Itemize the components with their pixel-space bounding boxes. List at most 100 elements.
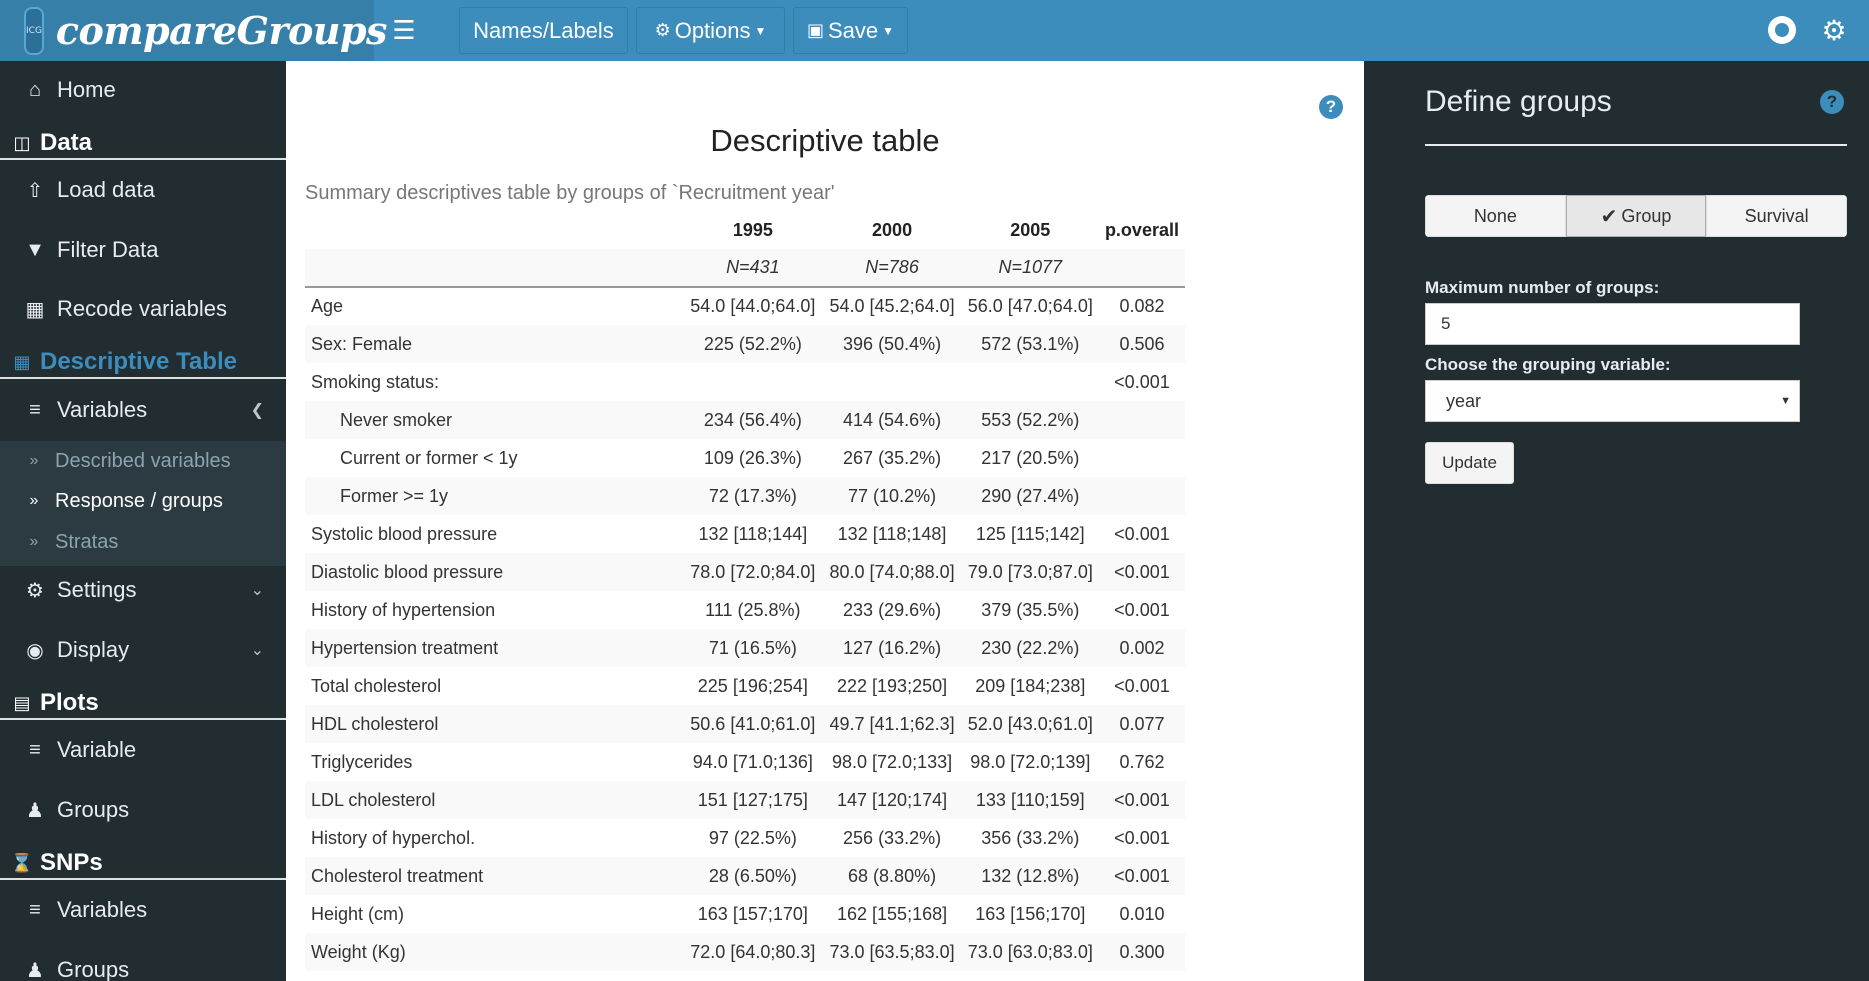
option-label: Group	[1621, 205, 1672, 226]
github-icon[interactable]	[1764, 12, 1800, 48]
sidebar-item-snp-variables[interactable]: ≡ Variables	[0, 881, 286, 939]
table-row: Weight (Kg) 72.0 [64.0;80.3] 73.0 [63.5;83…	[305, 933, 1185, 971]
save-button[interactable]: ▣ Save ▼	[793, 7, 908, 54]
sidebar-item-load-data[interactable]: ⇧ Load data	[0, 161, 286, 219]
row-label: Age	[311, 296, 344, 316]
options-label: Options	[674, 17, 751, 43]
cell-1995: 132 [118;144]	[698, 523, 808, 544]
sidebar-header-descriptive-table[interactable]: ▦ Descriptive Table	[0, 347, 286, 379]
cell-p-overall: 0.506	[1098, 325, 1185, 363]
cell-2005: 356 (33.2%)	[981, 827, 1080, 848]
cell-1995: 50.6 [41.0;61.0]	[683, 705, 823, 743]
cell-2000: 256 (33.2%)	[843, 827, 942, 848]
calculator-icon: ▦	[25, 298, 45, 321]
row-label: Sex: Female	[305, 325, 684, 363]
cell-2005: 52.0 [43.0;61.0]	[961, 705, 1099, 743]
brand[interactable]: ICG compareGroups	[0, 0, 387, 61]
hamburger-icon[interactable]: ☰	[374, 0, 434, 61]
option-none-button[interactable]: None	[1425, 195, 1566, 237]
eye-icon: ◉	[26, 639, 44, 662]
cell-2005	[962, 363, 1099, 401]
cell-p-overall: <0.001	[1114, 371, 1170, 392]
sidebar-header-data: ◫ Data	[0, 128, 286, 160]
help-icon[interactable]: ?	[1319, 95, 1343, 119]
cell-2005: 379 (35.5%)	[981, 599, 1080, 620]
options-button[interactable]: ⚙ Options ▼	[636, 7, 785, 54]
floppy-icon: ▣	[806, 20, 824, 40]
sidebar-item-label: Groups	[57, 957, 130, 981]
sidebar-item-label: Variables	[57, 897, 148, 922]
gears-icon[interactable]: ⚙	[1816, 12, 1852, 48]
sidebar-subitem-described-variables[interactable]: » Described variables	[0, 441, 286, 481]
cell-p-overall: <0.001	[1114, 675, 1170, 696]
row-label: Triglycerides	[311, 751, 413, 772]
sidebar-item-recode-variables[interactable]: ▦ Recode variables	[0, 280, 286, 338]
max-groups-input[interactable]: 5	[1425, 303, 1800, 345]
cell-p-overall: 0.010	[1119, 903, 1165, 924]
column-header	[305, 211, 683, 249]
caret-down-icon: ▼	[1780, 395, 1791, 407]
update-button[interactable]: Update	[1425, 442, 1514, 484]
chevron-down-icon: ⌄	[250, 582, 264, 599]
cell-2000: 147 [120;174]	[822, 781, 962, 819]
sidebar-item-plot-variable[interactable]: ≡ Variable	[0, 721, 286, 779]
table-row: HDL cholesterol 50.6 [41.0;61.0] 49.7 [41.…	[305, 705, 1185, 743]
cell-2000: 414 (54.6%)	[822, 401, 962, 439]
row-label: Height (cm)	[311, 903, 405, 924]
sidebar-item-label: Home	[57, 77, 116, 102]
cell-1995: 28 (6.50%)	[683, 857, 823, 895]
table-row: Cholesterol treatment 28 (6.50%) 68 (8.80%…	[305, 857, 1185, 895]
sample-size: N=1077	[961, 249, 1099, 288]
grouping-variable-select[interactable]: year ▼	[1425, 380, 1800, 422]
double-chevron-right-icon: »	[29, 533, 39, 550]
sidebar-item-plot-groups[interactable]: ♟ Groups	[0, 781, 286, 839]
cell-1995: 78.0 [72.0;84.0]	[683, 553, 823, 591]
list-icon: ≡	[29, 398, 41, 421]
gears-icon: ⚙	[654, 20, 671, 40]
save-label: Save	[827, 17, 879, 43]
sidebar-item-filter-data[interactable]: ▼ Filter Data	[0, 221, 286, 279]
sidebar-item-home[interactable]: ⌂ Home	[0, 61, 286, 119]
option-group-button[interactable]: ✔ Group	[1565, 195, 1707, 237]
sidebar-item-label: Load data	[57, 177, 155, 202]
table-row: Current or former < 1y 109 (26.3%) 267 (35…	[305, 439, 1185, 477]
cell-p-overall: <0.001	[1098, 857, 1185, 895]
cell-2000: 162 [155;168]	[837, 903, 948, 924]
option-survival-button[interactable]: Survival	[1706, 195, 1847, 237]
cell-p-overall	[1098, 477, 1185, 515]
sidebar-item-snp-groups[interactable]: ♟ Groups	[0, 941, 286, 981]
sidebar-subitem-response-groups[interactable]: » Response / groups	[0, 481, 286, 521]
list-icon: ≡	[29, 738, 41, 761]
brand-title: compareGroups	[55, 8, 388, 53]
names-labels-button[interactable]: Names/Labels	[459, 7, 628, 54]
row-label: Cholesterol treatment	[305, 857, 684, 895]
sidebar-item-display[interactable]: ◉ Display ⌄	[0, 621, 286, 679]
sidebar-subitem-label: Stratas	[55, 530, 119, 553]
sidebar-item-label: Display	[57, 637, 130, 662]
column-header: 1995	[732, 219, 773, 240]
home-icon: ⌂	[28, 78, 42, 101]
option-label: Survival	[1744, 205, 1809, 226]
main-content: ? Descriptive table Summary descriptives…	[286, 61, 1364, 981]
table-row: Height (cm) 163 [157;170] 162 [155;168] 163…	[305, 895, 1185, 933]
cell-1995: 71 (16.5%)	[683, 629, 823, 667]
control-sidebar: Define groups ? None ✔ Group Survival Ma…	[1364, 61, 1869, 981]
cell-p-overall: 0.002	[1098, 629, 1185, 667]
cell-1995: 111 (25.8%)	[705, 599, 801, 620]
cell-2005: 163 [156;170]	[975, 903, 1086, 924]
table-row: LDL cholesterol 151 [127;175] 147 [120;174…	[305, 781, 1185, 819]
sidebar-header-plots: ▤ Plots	[0, 688, 286, 720]
grouping-variable-value: year	[1446, 390, 1482, 411]
cell-2000: 80.0 [74.0;88.0]	[822, 553, 962, 591]
sidebar-item-variables[interactable]: ≡ Variables ❮	[0, 381, 286, 439]
page-title: Descriptive table	[710, 123, 940, 158]
cell-1995: 225 [196;254]	[697, 675, 808, 696]
table-row: Age 54.0 [44.0;64.0] 54.0 [45.2;64.0] 56.0 …	[305, 287, 1185, 325]
cell-1995: 72.0 [64.0;80.3]	[683, 933, 823, 971]
double-chevron-right-icon: »	[29, 452, 39, 469]
sidebar-subitem-stratas[interactable]: » Stratas	[0, 522, 286, 562]
sidebar-item-settings[interactable]: ⚙ Settings ⌄	[0, 561, 286, 619]
help-icon[interactable]: ?	[1820, 90, 1844, 114]
row-label: HDL cholesterol	[305, 705, 684, 743]
cell-1995: 234 (56.4%)	[683, 401, 823, 439]
